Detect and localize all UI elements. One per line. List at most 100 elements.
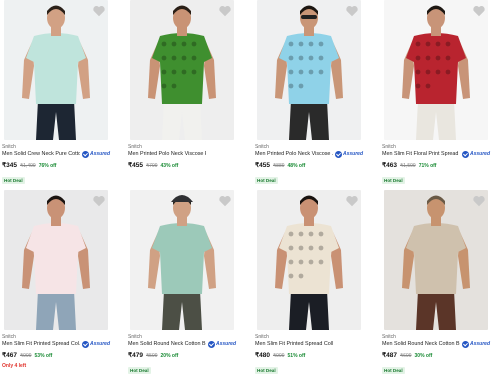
product-title[interactable]: Men Solid Round Neck Cotton Bl...: [128, 340, 206, 348]
price-row: ₹479 ₹599 20% off: [128, 351, 246, 359]
heart-icon[interactable]: [345, 4, 359, 18]
price-row: ₹487 ₹699 30% off: [382, 351, 500, 359]
heart-icon[interactable]: [472, 194, 486, 208]
hot-deal-badge: Hot Deal: [255, 367, 278, 374]
hot-deal-badge: Hot Deal: [255, 177, 278, 184]
discount-percent: 51% off: [287, 353, 306, 359]
assured-label: Assured: [216, 341, 237, 347]
product-image-frame[interactable]: [384, 190, 488, 330]
product-image-frame[interactable]: [130, 190, 234, 330]
hot-deal-badge: Hot Deal: [128, 367, 151, 374]
product-image[interactable]: [130, 0, 234, 140]
discount-percent: 43% off: [160, 163, 179, 169]
product-image[interactable]: [4, 0, 108, 140]
price-row: ₹463 ₹1,599 71% off: [382, 161, 500, 169]
hot-deal-badge: Hot Deal: [382, 367, 405, 374]
selling-price: ₹345: [2, 162, 17, 169]
selling-price: ₹463: [382, 162, 397, 169]
selling-price: ₹455: [128, 162, 143, 169]
discount-percent: 20% off: [160, 353, 179, 359]
assured-badge: Assured: [82, 340, 111, 348]
product-card[interactable]: Snitch Men Solid Round Neck Cotton Bl... A…: [126, 190, 246, 377]
selling-price: ₹455: [255, 162, 270, 169]
hot-deal-badge: Hot Deal: [2, 177, 25, 184]
product-image-frame[interactable]: [4, 0, 108, 140]
product-title[interactable]: Men Solid Crew Neck Pure Cotto...: [2, 150, 80, 158]
original-price: ₹799: [145, 163, 158, 169]
product-title[interactable]: Men Slim Fit Printed Spread Collar Casua…: [255, 340, 333, 348]
assured-badge: Assured: [82, 150, 111, 158]
product-card[interactable]: Snitch Men Slim Fit Printed Spread Col...…: [0, 190, 120, 369]
assured-check-icon: [82, 150, 89, 158]
heart-icon[interactable]: [92, 4, 106, 18]
discount-percent: 76% off: [38, 163, 57, 169]
price-row: ₹467 ₹999 53% off: [2, 351, 120, 359]
product-image[interactable]: [130, 190, 234, 330]
original-price: ₹599: [145, 353, 158, 359]
product-card[interactable]: SnitchMen Slim Fit Printed Spread Collar…: [253, 190, 373, 377]
product-title[interactable]: Men Printed Polo Neck Viscose Rayon Gree…: [128, 150, 206, 158]
assured-badge: Assured: [462, 150, 491, 158]
assured-check-icon: [335, 150, 342, 158]
assured-label: Assured: [90, 151, 111, 157]
product-image-frame[interactable]: [130, 0, 234, 140]
product-title-row: Men Printed Polo Neck Viscose Rayon Gree…: [128, 150, 246, 158]
assured-check-icon: [462, 150, 469, 158]
assured-check-icon: [82, 340, 89, 348]
discount-percent: 48% off: [287, 163, 306, 169]
product-image[interactable]: [257, 0, 361, 140]
discount-percent: 53% off: [34, 353, 53, 359]
product-image-frame[interactable]: [257, 190, 361, 330]
product-image-frame[interactable]: [4, 190, 108, 330]
original-price: ₹699: [399, 353, 412, 359]
product-image[interactable]: [257, 190, 361, 330]
assured-badge: Assured: [462, 340, 491, 348]
assured-badge: Assured: [208, 340, 237, 348]
assured-badge: Assured: [335, 150, 364, 158]
assured-label: Assured: [343, 151, 364, 157]
product-card[interactable]: Snitch Men Solid Crew Neck Pure Cotto... A…: [0, 0, 120, 187]
price-row: ₹455 ₹889 48% off: [255, 161, 373, 169]
heart-icon[interactable]: [92, 194, 106, 208]
product-image-frame[interactable]: [384, 0, 488, 140]
product-title[interactable]: Men Slim Fit Printed Spread Col...: [2, 340, 80, 348]
assured-label: Assured: [90, 341, 111, 347]
selling-price: ₹467: [2, 352, 17, 359]
product-image[interactable]: [384, 0, 488, 140]
hot-deal-badge: Hot Deal: [382, 177, 405, 184]
product-title-row: Men Printed Polo Neck Viscose ... Assured: [255, 150, 373, 158]
selling-price: ₹480: [255, 352, 270, 359]
price-row: ₹480 ₹999 51% off: [255, 351, 373, 359]
assured-label: Assured: [470, 151, 491, 157]
assured-check-icon: [208, 340, 215, 348]
original-price: ₹889: [272, 163, 285, 169]
selling-price: ₹479: [128, 352, 143, 359]
discount-percent: 30% off: [414, 353, 433, 359]
product-image[interactable]: [4, 190, 108, 330]
price-row: ₹455 ₹799 43% off: [128, 161, 246, 169]
product-title-row: Men Slim Fit Printed Spread Col... Assure…: [2, 340, 120, 348]
product-image[interactable]: [384, 190, 488, 330]
product-card[interactable]: Snitch Men Solid Round Neck Cotton Bl... A…: [380, 190, 500, 377]
heart-icon[interactable]: [218, 4, 232, 18]
model-sunglasses: [301, 15, 317, 19]
product-image-frame[interactable]: [257, 0, 361, 140]
heart-icon[interactable]: [218, 194, 232, 208]
discount-percent: 71% off: [418, 163, 437, 169]
product-title[interactable]: Men Slim Fit Floral Print Spread ...: [382, 150, 460, 158]
selling-price: ₹487: [382, 352, 397, 359]
product-title-row: Men Solid Round Neck Cotton Bl... Assured: [128, 340, 246, 348]
product-title[interactable]: Men Solid Round Neck Cotton Bl...: [382, 340, 460, 348]
original-price: ₹1,499: [19, 163, 36, 169]
product-card[interactable]: Snitch Men Printed Polo Neck Viscose ... A…: [253, 0, 373, 187]
assured-label: Assured: [470, 341, 491, 347]
original-price: ₹1,599: [399, 163, 416, 169]
product-card[interactable]: SnitchMen Printed Polo Neck Viscose Rayo…: [126, 0, 246, 169]
original-price: ₹999: [19, 353, 32, 359]
product-title-row: Men Solid Round Neck Cotton Bl... Assured: [382, 340, 500, 348]
heart-icon[interactable]: [472, 4, 486, 18]
heart-icon[interactable]: [345, 194, 359, 208]
product-card[interactable]: Snitch Men Slim Fit Floral Print Spread .…: [380, 0, 500, 187]
original-price: ₹999: [272, 353, 285, 359]
product-title[interactable]: Men Printed Polo Neck Viscose ...: [255, 150, 333, 158]
